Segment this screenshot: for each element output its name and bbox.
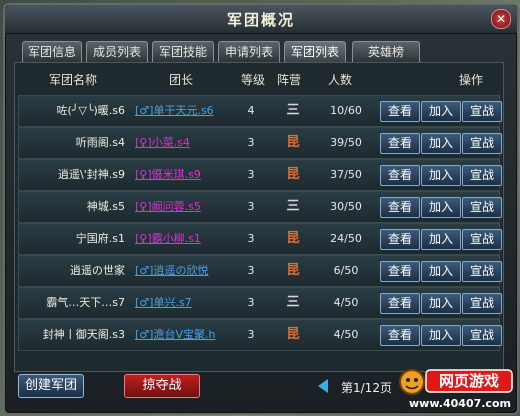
- legion-camp: 昆: [286, 263, 300, 278]
- header-leader: 团长: [169, 73, 194, 87]
- join-button[interactable]: 加入: [421, 325, 461, 346]
- table-row[interactable]: 逍遥の世家 [♂]逍遥の欣悦 3 昆 6/50 查看 加入 宣战: [18, 255, 502, 287]
- declare-war-button[interactable]: 宣战: [462, 133, 502, 154]
- tab-application-list[interactable]: 申请列表: [218, 41, 280, 62]
- join-button[interactable]: 加入: [421, 261, 461, 282]
- page-indicator: 第1/12页: [341, 381, 392, 395]
- tab-legion-skills[interactable]: 军团技能: [152, 41, 214, 62]
- legion-camp: 三: [286, 295, 300, 310]
- table-row[interactable]: 逍遥\'封神.s9 [♀]慑米琪.s9 3 昆 37/50 查看 加入 宣战: [18, 159, 502, 191]
- view-button[interactable]: 查看: [380, 165, 420, 186]
- table-row[interactable]: 咗(╯▽╰)暖.s6 [♂]单干天元.s6 4 三 10/60 查看 加入 宣战: [18, 95, 502, 127]
- declare-war-button[interactable]: 宣战: [462, 229, 502, 250]
- legion-level: 3: [247, 168, 255, 181]
- header-name: 军团名称: [49, 73, 98, 87]
- join-button[interactable]: 加入: [421, 229, 461, 250]
- member-count: 39/50: [330, 136, 362, 149]
- declare-war-button[interactable]: 宣战: [462, 293, 502, 314]
- view-button[interactable]: 查看: [380, 261, 420, 282]
- close-icon[interactable]: ✕: [491, 9, 511, 29]
- tab-legion-list[interactable]: 军团列表: [284, 41, 346, 62]
- legion-level: 3: [247, 296, 255, 309]
- join-button[interactable]: 加入: [421, 165, 461, 186]
- window-title: 军团概况: [226, 11, 295, 29]
- view-button[interactable]: 查看: [380, 133, 420, 154]
- tab-member-list[interactable]: 成员列表: [86, 41, 148, 62]
- declare-war-button[interactable]: 宣战: [462, 325, 502, 346]
- table-row[interactable]: 神城.s5 [♀]阚问蓉.s5 3 三 30/50 查看 加入 宣战: [18, 191, 502, 223]
- site-logo: 网页游戏 www.40407.com: [399, 369, 513, 410]
- legion-name: 宁国府.s1: [75, 232, 125, 245]
- tab-hero-ranking[interactable]: 英雄榜: [352, 41, 420, 62]
- declare-war-button[interactable]: 宣战: [462, 261, 502, 282]
- declare-war-button[interactable]: 宣战: [462, 165, 502, 186]
- legion-level: 3: [247, 264, 255, 277]
- legion-camp: 昆: [286, 167, 300, 182]
- member-count: 4/50: [333, 328, 359, 341]
- plunder-war-button[interactable]: 掠夺战: [124, 374, 200, 398]
- member-count: 6/50: [333, 264, 359, 277]
- legion-name: 霸气…天下…s7: [46, 296, 125, 309]
- legion-level: 3: [247, 200, 255, 213]
- legion-level: 3: [247, 328, 255, 341]
- legion-camp: 昆: [286, 231, 300, 246]
- header-level: 等级: [241, 73, 266, 87]
- title-bar[interactable]: 军团概况 ✕: [5, 5, 517, 34]
- legion-name: 神城.s5: [86, 200, 125, 213]
- legion-camp: 昆: [286, 327, 300, 342]
- legion-camp: 三: [286, 103, 300, 118]
- view-button[interactable]: 查看: [380, 229, 420, 250]
- legion-level: 3: [247, 136, 255, 149]
- declare-war-button[interactable]: 宣战: [462, 101, 502, 122]
- legion-camp: 昆: [286, 135, 300, 150]
- table-row[interactable]: 听雨阁.s4 [♀]小菜.s4 3 昆 39/50 查看 加入 宣战: [18, 127, 502, 159]
- view-button[interactable]: 查看: [380, 325, 420, 346]
- view-button[interactable]: 查看: [380, 293, 420, 314]
- create-legion-button[interactable]: 创建军团: [18, 374, 84, 398]
- prev-page-icon[interactable]: [318, 379, 328, 393]
- legion-level: 3: [247, 232, 255, 245]
- table-row[interactable]: 霸气…天下…s7 [♂]单兴.s7 3 三 4/50 查看 加入 宣战: [18, 287, 502, 319]
- header-actions: 操作: [459, 73, 484, 87]
- table-row[interactable]: 宁国府.s1 [♀]霸小柳.s1 3 昆 24/50 查看 加入 宣战: [18, 223, 502, 255]
- logo-main-text: 网页游戏: [439, 372, 499, 390]
- member-count: 4/50: [333, 296, 359, 309]
- join-button[interactable]: 加入: [421, 293, 461, 314]
- join-button[interactable]: 加入: [421, 197, 461, 218]
- member-count: 37/50: [330, 168, 362, 181]
- join-button[interactable]: 加入: [421, 101, 461, 122]
- header-members: 人数: [328, 73, 353, 87]
- legion-camp: 三: [286, 199, 300, 214]
- member-count: 30/50: [330, 200, 362, 213]
- legion-name: 封神丨御天阁.s3: [42, 328, 125, 341]
- logo-url-text: www.40407.com: [409, 397, 511, 410]
- declare-war-button[interactable]: 宣战: [462, 197, 502, 218]
- member-count: 10/60: [330, 104, 362, 117]
- legion-level: 4: [247, 104, 255, 117]
- table-row[interactable]: 封神丨御天阁.s3 [♂]澹台V宝聚.h 3 昆 4/50 查看 加入 宣战: [18, 319, 502, 351]
- legion-name: 听雨阁.s4: [75, 136, 125, 149]
- legion-name: 咗(╯▽╰)暖.s6: [56, 104, 125, 117]
- legion-name: 逍遥\'封神.s9: [58, 168, 125, 181]
- member-count: 24/50: [330, 232, 362, 245]
- header-camp: 阵营: [277, 73, 302, 87]
- legion-name: 逍遥の世家: [70, 264, 125, 277]
- view-button[interactable]: 查看: [380, 101, 420, 122]
- view-button[interactable]: 查看: [380, 197, 420, 218]
- tab-legion-info[interactable]: 军团信息: [22, 41, 82, 62]
- join-button[interactable]: 加入: [421, 133, 461, 154]
